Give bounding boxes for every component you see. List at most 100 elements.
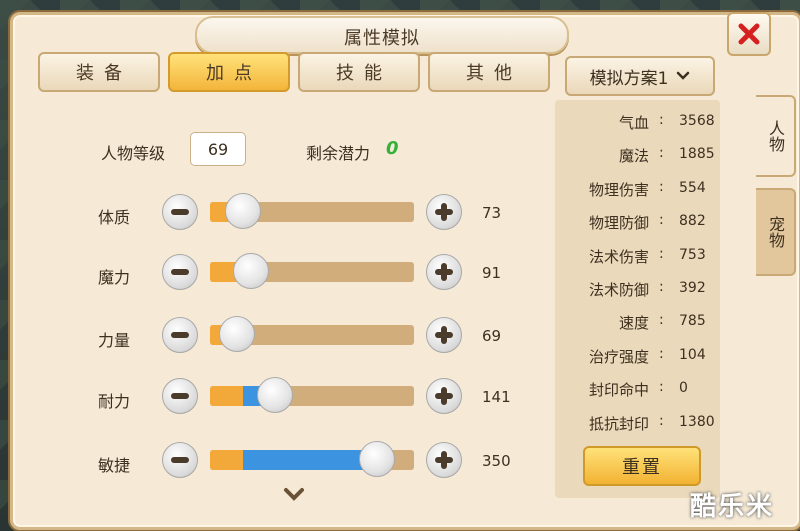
attribute-summary: 气血:3568 魔法:1885 物理伤害:554 物理防御:882 法术伤害:753 法术… — [555, 100, 720, 498]
base-points-bar — [210, 450, 243, 470]
attribute-row: 物理防御:882 — [555, 208, 720, 238]
attribute-name: 物理伤害 — [588, 180, 649, 199]
potential-value: 0 — [386, 138, 399, 159]
stat-row: 体质 73 — [98, 192, 548, 236]
increase-button[interactable] — [426, 254, 462, 290]
attribute-name: 法术防御 — [588, 281, 649, 299]
stat-row: 魔力 91 — [98, 252, 548, 296]
level-label: 人物等级 — [101, 144, 166, 163]
stat-slider[interactable] — [210, 193, 414, 229]
attribute-value: 3568 — [679, 113, 715, 129]
decrease-button[interactable] — [162, 442, 198, 478]
level-input[interactable]: 69 — [190, 132, 246, 166]
slider-knob[interactable] — [359, 441, 395, 477]
tab-other[interactable]: 其他 — [428, 52, 550, 92]
minus-icon — [171, 209, 189, 215]
scroll-down-indicator[interactable] — [283, 485, 305, 506]
chevron-down-icon — [284, 488, 304, 501]
stat-slider[interactable] — [210, 441, 414, 477]
attribute-value: 554 — [679, 179, 706, 196]
attribute-value: 753 — [679, 246, 706, 263]
attribute-value: 1380 — [679, 413, 715, 430]
stat-value: 350 — [482, 452, 511, 470]
attribute-name: 抵抗封印 — [588, 414, 649, 433]
stat-label: 力量 — [98, 331, 131, 350]
stat-value: 91 — [482, 264, 502, 282]
attribute-row: 封印命中:0 — [555, 375, 720, 405]
attribute-name: 速度 — [618, 314, 649, 333]
attribute-row: 物理伤害:554 — [555, 175, 720, 205]
attribute-name: 物理防御 — [588, 214, 649, 233]
attribute-row: 魔法:1885 — [555, 141, 720, 171]
plus-icon — [435, 451, 453, 469]
added-points-bar — [243, 450, 374, 470]
attribute-row: 抵抗封印:1380 — [555, 409, 720, 439]
increase-button[interactable] — [426, 378, 462, 414]
stat-slider[interactable] — [210, 377, 414, 413]
slider-knob[interactable] — [257, 377, 293, 413]
side-tab-character[interactable]: 人物 — [756, 95, 796, 177]
decrease-button[interactable] — [162, 317, 198, 353]
watermark-logo: 酷乐米 — [690, 492, 775, 522]
stat-label: 魔力 — [98, 268, 131, 287]
window-title: 属性模拟 — [344, 28, 420, 49]
attribute-value: 104 — [679, 346, 706, 363]
plus-icon — [435, 387, 453, 405]
slider-knob[interactable] — [225, 193, 261, 229]
attribute-separator: : — [659, 112, 664, 128]
increase-button[interactable] — [426, 317, 462, 353]
decrease-button[interactable] — [162, 378, 198, 414]
side-tab-pet[interactable]: 宠物 — [756, 188, 796, 276]
tab-skills[interactable]: 技能 — [298, 52, 420, 92]
attribute-separator: : — [659, 412, 664, 429]
attribute-name: 治疗强度 — [588, 347, 649, 366]
stat-value: 73 — [482, 204, 502, 222]
plus-icon — [435, 263, 453, 281]
attribute-row: 法术伤害:753 — [555, 242, 720, 272]
close-x-icon — [738, 23, 760, 45]
tab-add-points[interactable]: 加点 — [168, 52, 290, 92]
stat-value: 141 — [482, 388, 511, 406]
attribute-separator: : — [659, 212, 664, 229]
attribute-separator: : — [659, 379, 664, 396]
attribute-value: 0 — [679, 380, 688, 397]
attribute-separator: : — [659, 345, 664, 362]
stat-label: 耐力 — [98, 392, 131, 411]
title-bar: 属性模拟 — [195, 16, 569, 54]
attribute-value: 1885 — [679, 146, 715, 163]
increase-button[interactable] — [426, 194, 462, 230]
stat-label: 体质 — [98, 208, 131, 227]
stat-slider[interactable] — [210, 316, 414, 352]
plus-icon — [435, 326, 453, 344]
stat-row: 力量 69 — [98, 315, 548, 359]
attribute-value: 785 — [679, 313, 706, 330]
stat-allocation-area: 人物等级 69 剩余潜力 0 体质 73 魔力 91 力量 69 耐力 141 敏捷 350 — [38, 100, 548, 501]
slider-knob[interactable] — [219, 316, 255, 352]
stat-slider[interactable] — [210, 253, 414, 289]
minus-icon — [171, 457, 189, 463]
minus-icon — [171, 393, 189, 399]
minus-icon — [171, 332, 189, 338]
attribute-value: 882 — [679, 213, 706, 230]
attribute-row: 气血:3568 — [555, 108, 720, 138]
attribute-name: 封印命中 — [588, 381, 649, 400]
attribute-separator: : — [659, 178, 664, 195]
decrease-button[interactable] — [162, 194, 198, 230]
attribute-name: 气血 — [618, 114, 649, 132]
increase-button[interactable] — [426, 442, 462, 478]
close-button[interactable] — [727, 12, 771, 56]
plus-icon — [435, 203, 453, 221]
reset-button[interactable]: 重置 — [583, 446, 701, 486]
attribute-row: 治疗强度:104 — [555, 342, 720, 372]
attribute-name: 魔法 — [618, 147, 649, 166]
plan-label: 模拟方案1 — [589, 68, 669, 89]
attribute-separator: : — [659, 245, 664, 262]
potential-label: 剩余潜力 — [306, 144, 371, 163]
base-points-bar — [210, 386, 243, 406]
slider-knob[interactable] — [233, 253, 269, 289]
decrease-button[interactable] — [162, 254, 198, 290]
tab-equipment[interactable]: 装备 — [38, 52, 160, 92]
stat-row: 耐力 141 — [98, 376, 548, 420]
plan-dropdown[interactable]: 模拟方案1 — [565, 56, 715, 96]
stat-label: 敏捷 — [98, 456, 131, 475]
